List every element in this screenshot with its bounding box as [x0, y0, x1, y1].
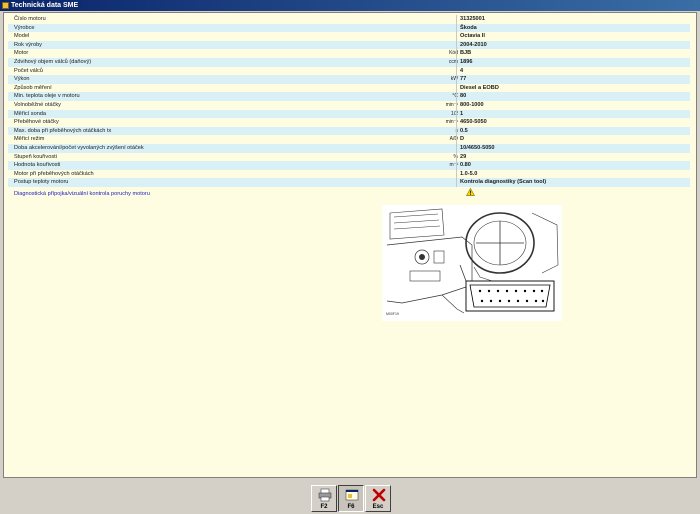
table-row: Hodnota kouřivosti m⁻¹ 0.80 [8, 161, 690, 170]
column-divider [456, 40, 457, 50]
column-divider [456, 144, 457, 153]
row-value: 1 [460, 110, 464, 117]
row-label: Zdvihový objem válců (daňový) [14, 59, 92, 65]
row-value: 1896 [460, 59, 473, 65]
table-row: Motor při přeběhových otáčkách 1.0-5.0 [8, 169, 690, 179]
close-icon [372, 488, 386, 502]
print-button-key: F2 [320, 504, 328, 510]
column-divider [456, 83, 457, 93]
table-row: Min. teplota oleje v motoru°C80 [8, 92, 690, 101]
row-label: Přeběhové otáčky [14, 119, 59, 126]
warning-icon [466, 188, 475, 196]
table-row: Stupeň kouřivosti%29 [8, 152, 690, 162]
exit-button[interactable]: Esc [365, 485, 391, 512]
table-row: Doba akcelerování/počet vyvolaných zvýše… [8, 144, 690, 153]
column-divider [456, 75, 457, 84]
title-bar: Technická data SME [0, 0, 700, 11]
table-row: Měřicí sonda 1/2 1 [8, 109, 690, 119]
table-row: Výkon kW 77 [8, 75, 690, 84]
table-row: Počet válců 4 [8, 66, 690, 76]
row-value: 77 [460, 76, 467, 83]
table-row: Motor Kód BJB [8, 49, 690, 58]
window-button-key: F6 [347, 504, 355, 510]
table-row: Číslo motoru 31325001 [8, 15, 690, 24]
row-label: Min. teplota oleje v motoru [14, 93, 80, 100]
column-divider [456, 49, 457, 58]
row-label: Počet válců [14, 67, 43, 74]
column-divider [456, 135, 457, 144]
table-row: Max. doba při přeběhových otáčkách txs0.… [8, 126, 690, 136]
table-row: Výrobce Škoda [8, 23, 690, 33]
column-divider [456, 169, 457, 179]
column-divider [456, 126, 457, 136]
column-divider [456, 109, 457, 119]
data-panel: Číslo motoru 31325001 Výrobce Škoda Model Oct… [3, 12, 697, 478]
row-value: 4 [460, 67, 464, 74]
row-label: Rok výroby [14, 41, 42, 48]
row-label: Měřicí režim [14, 136, 45, 143]
column-divider [456, 101, 457, 110]
window-icon [345, 489, 359, 501]
column-divider [456, 23, 457, 33]
table-row: Volnoběžné otáčky min⁻¹ 800-1000 [8, 101, 690, 110]
row-value: 0.5 [460, 127, 468, 134]
row-label: Měřicí sonda [14, 110, 47, 117]
row-label: Postup teploty motoru [14, 179, 69, 186]
row-label: Stupeň kouřivosti [14, 153, 57, 160]
row-value: 4650-5050 [460, 119, 487, 126]
row-value: 80 [460, 93, 467, 100]
print-button[interactable]: F2 [311, 485, 337, 512]
column-divider [456, 92, 457, 101]
diagram-code: M00F19 [386, 312, 399, 316]
row-label: Motor při přeběhových otáčkách [14, 170, 94, 177]
row-value: 2004-2010 [460, 41, 487, 48]
row-value: Škoda [460, 24, 477, 31]
app-icon [2, 2, 9, 9]
row-label: Model [14, 33, 30, 40]
table-row: Postup teploty motoru Kontrola diagnostik… [8, 178, 690, 187]
row-value: 1.0-5.0 [460, 170, 478, 177]
row-value: 10/4650-5050 [460, 145, 495, 151]
row-label: Volnoběžné otáčky [14, 102, 61, 108]
printer-icon [318, 488, 332, 502]
column-divider [456, 178, 457, 187]
row-value: BJB [460, 50, 472, 57]
row-value: 0.80 [460, 162, 471, 169]
row-value: 800-1000 [460, 102, 484, 108]
row-label: Výkon [14, 76, 30, 83]
table-row: Zdvihový objem válců (daňový) ccm 1896 [8, 58, 690, 67]
obd-connector-diagram: M00F19 [382, 205, 562, 321]
table-row: Rok výroby 2004-2010 [8, 40, 690, 50]
table-row: Měřicí režim A/D D [8, 135, 690, 144]
row-label: Doba akcelerování/počet vyvolaných zvýše… [14, 145, 144, 151]
table-row: Přeběhové otáčky min⁻¹ 4650-5050 [8, 118, 690, 127]
window-button[interactable]: F6 [338, 485, 364, 512]
row-label: Způsob měření [14, 84, 52, 91]
row-label: Motor [14, 50, 29, 57]
column-divider [456, 58, 457, 67]
row-value: Kontrola diagnostiky (Scan tool) [460, 179, 547, 186]
row-value: Diesel a EOBD [460, 84, 499, 91]
diagnostic-connector-link[interactable]: Diagnostická přípojka/vizuální kontrola … [14, 191, 150, 197]
column-divider [456, 32, 457, 41]
column-divider [456, 118, 457, 127]
row-value: Octavia II [460, 33, 485, 40]
window-title: Technická data SME [11, 2, 79, 9]
column-divider [456, 152, 457, 162]
row-label: Číslo motoru [14, 16, 46, 22]
row-label: Hodnota kouřivosti [14, 162, 61, 169]
table-row: Způsob měření Diesel a EOBD [8, 83, 690, 93]
exit-button-key: Esc [372, 504, 384, 510]
column-divider [456, 15, 457, 24]
row-value: 31325001 [460, 16, 485, 22]
table-row: Model Octavia II [8, 32, 690, 41]
row-label: Max. doba při přeběhových otáčkách tx [14, 127, 112, 134]
row-label: Výrobce [14, 24, 35, 31]
column-divider [456, 161, 457, 170]
row-value: 29 [460, 153, 467, 160]
row-value: D [460, 136, 465, 143]
column-divider [456, 66, 457, 76]
